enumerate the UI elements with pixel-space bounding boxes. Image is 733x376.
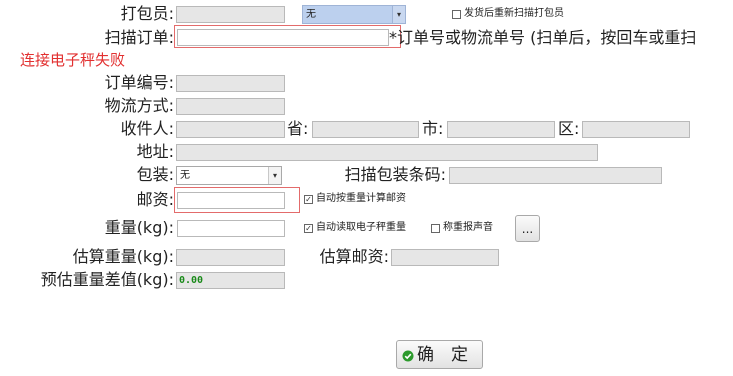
- scan-order-input[interactable]: [177, 29, 389, 46]
- rescan-checkbox[interactable]: [452, 10, 461, 19]
- recipient-field: [176, 121, 285, 138]
- shipping-method-label: 物流方式:: [104, 96, 174, 115]
- auto-read-scale-label: 自动读取电子秤重量: [316, 222, 406, 233]
- auto-postage-label: 自动按重量计算邮资: [316, 193, 406, 204]
- province-label: 省:: [287, 119, 309, 138]
- green-circle-check-icon: [402, 350, 414, 362]
- shipping-method-field: [176, 98, 285, 115]
- recipient-label: 收件人:: [120, 119, 174, 138]
- scan-order-hint: *订单号或物流单号 (扫单后，按回车或重扫: [389, 28, 697, 47]
- weight-label: 重量(kg):: [104, 218, 174, 237]
- confirm-button[interactable]: 确 定: [396, 340, 483, 369]
- package-label: 包装:: [136, 165, 174, 184]
- scan-order-label: 扫描订单:: [104, 28, 174, 47]
- postage-label: 邮资:: [136, 190, 174, 209]
- package-barcode-input[interactable]: [449, 167, 662, 184]
- order-no-field: [176, 75, 285, 92]
- address-field: [176, 144, 598, 161]
- weigh-sound-label: 称重报声音: [443, 222, 493, 233]
- weight-diff-label: 预估重量差值(kg):: [40, 270, 174, 289]
- packer-select[interactable]: 无 ▾: [302, 5, 406, 24]
- scan-package-barcode-label: 扫描包装条码:: [344, 165, 446, 184]
- city-field: [447, 121, 555, 138]
- confirm-button-label: 确 定: [417, 345, 468, 365]
- weight-input[interactable]: [177, 220, 285, 237]
- scale-error-message: 连接电子秤失败: [20, 51, 126, 69]
- more-button[interactable]: ...: [515, 215, 540, 242]
- district-label: 区:: [558, 119, 580, 138]
- packer-label: 打包员:: [120, 4, 174, 23]
- auto-read-scale-checkbox[interactable]: ✓: [304, 224, 313, 233]
- chevron-down-icon[interactable]: ▾: [392, 6, 405, 23]
- province-field: [312, 121, 419, 138]
- weight-diff-value: 0.00: [176, 272, 285, 289]
- order-no-label: 订单编号:: [104, 73, 174, 92]
- est-postage-label: 估算邮资:: [319, 247, 389, 266]
- address-label: 地址:: [136, 142, 174, 161]
- package-select[interactable]: 无 ▾: [176, 166, 282, 185]
- district-field: [582, 121, 690, 138]
- chevron-down-icon[interactable]: ▾: [268, 167, 281, 184]
- city-label: 市:: [422, 119, 444, 138]
- auto-postage-checkbox[interactable]: ✓: [304, 195, 313, 204]
- package-select-value: 无: [180, 170, 190, 181]
- est-postage-field: [391, 249, 499, 266]
- packer-select-value: 无: [306, 9, 316, 20]
- est-weight-label: 估算重量(kg):: [72, 247, 174, 266]
- postage-input[interactable]: [177, 192, 285, 209]
- packer-input[interactable]: [176, 6, 285, 23]
- rescan-checkbox-label: 发货后重新扫描打包员: [464, 8, 564, 19]
- weigh-sound-checkbox[interactable]: [431, 224, 440, 233]
- est-weight-field: [176, 249, 285, 266]
